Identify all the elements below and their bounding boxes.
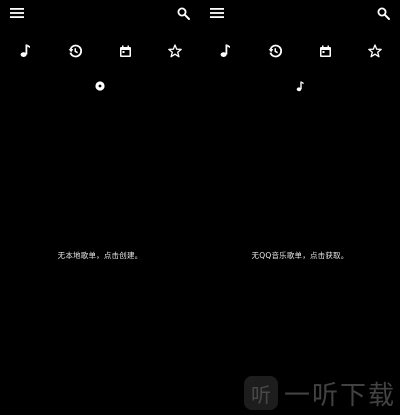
star-icon xyxy=(368,44,382,58)
menu-button[interactable] xyxy=(8,4,26,22)
history-icon xyxy=(268,44,282,58)
search-button[interactable] xyxy=(174,4,192,22)
tab-indicator xyxy=(94,80,106,92)
tab-bar xyxy=(200,40,400,62)
tab-local-music[interactable] xyxy=(14,40,36,62)
menu-icon xyxy=(10,8,24,18)
disc-icon xyxy=(95,81,105,91)
search-button[interactable] xyxy=(374,4,392,22)
menu-icon xyxy=(210,8,224,18)
tab-calendar[interactable] xyxy=(314,40,336,62)
watermark-logo: 听 xyxy=(243,376,278,410)
tab-calendar[interactable] xyxy=(114,40,136,62)
tab-history[interactable] xyxy=(64,40,86,62)
history-icon xyxy=(68,44,82,58)
empty-playlist-message[interactable]: 无本地歌单，点击创建。 xyxy=(0,250,200,261)
empty-playlist-message[interactable]: 无QQ音乐歌单，点击获取。 xyxy=(200,250,400,261)
menu-button[interactable] xyxy=(208,4,226,22)
music-note-icon xyxy=(220,44,230,57)
tab-favorites[interactable] xyxy=(164,40,186,62)
music-note-icon xyxy=(20,44,30,57)
top-app-bar xyxy=(200,0,400,26)
tab-indicator xyxy=(294,80,306,92)
tab-history[interactable] xyxy=(264,40,286,62)
search-icon xyxy=(377,7,390,20)
search-icon xyxy=(177,7,190,20)
music-note-icon xyxy=(296,81,304,91)
screen-local-playlists: 无本地歌单，点击创建。 xyxy=(0,0,200,415)
screen-qq-playlists: 无QQ音乐歌单，点击获取。 听 一听下载 xyxy=(200,0,400,415)
calendar-icon xyxy=(319,45,331,57)
calendar-icon xyxy=(119,45,131,57)
top-app-bar xyxy=(0,0,200,26)
tab-favorites[interactable] xyxy=(364,40,386,62)
star-icon xyxy=(168,44,182,58)
tab-bar xyxy=(0,40,200,62)
watermark-text: 一听下载 xyxy=(283,380,396,411)
watermark: 听 一听下载 xyxy=(243,373,396,413)
tab-local-music[interactable] xyxy=(214,40,236,62)
